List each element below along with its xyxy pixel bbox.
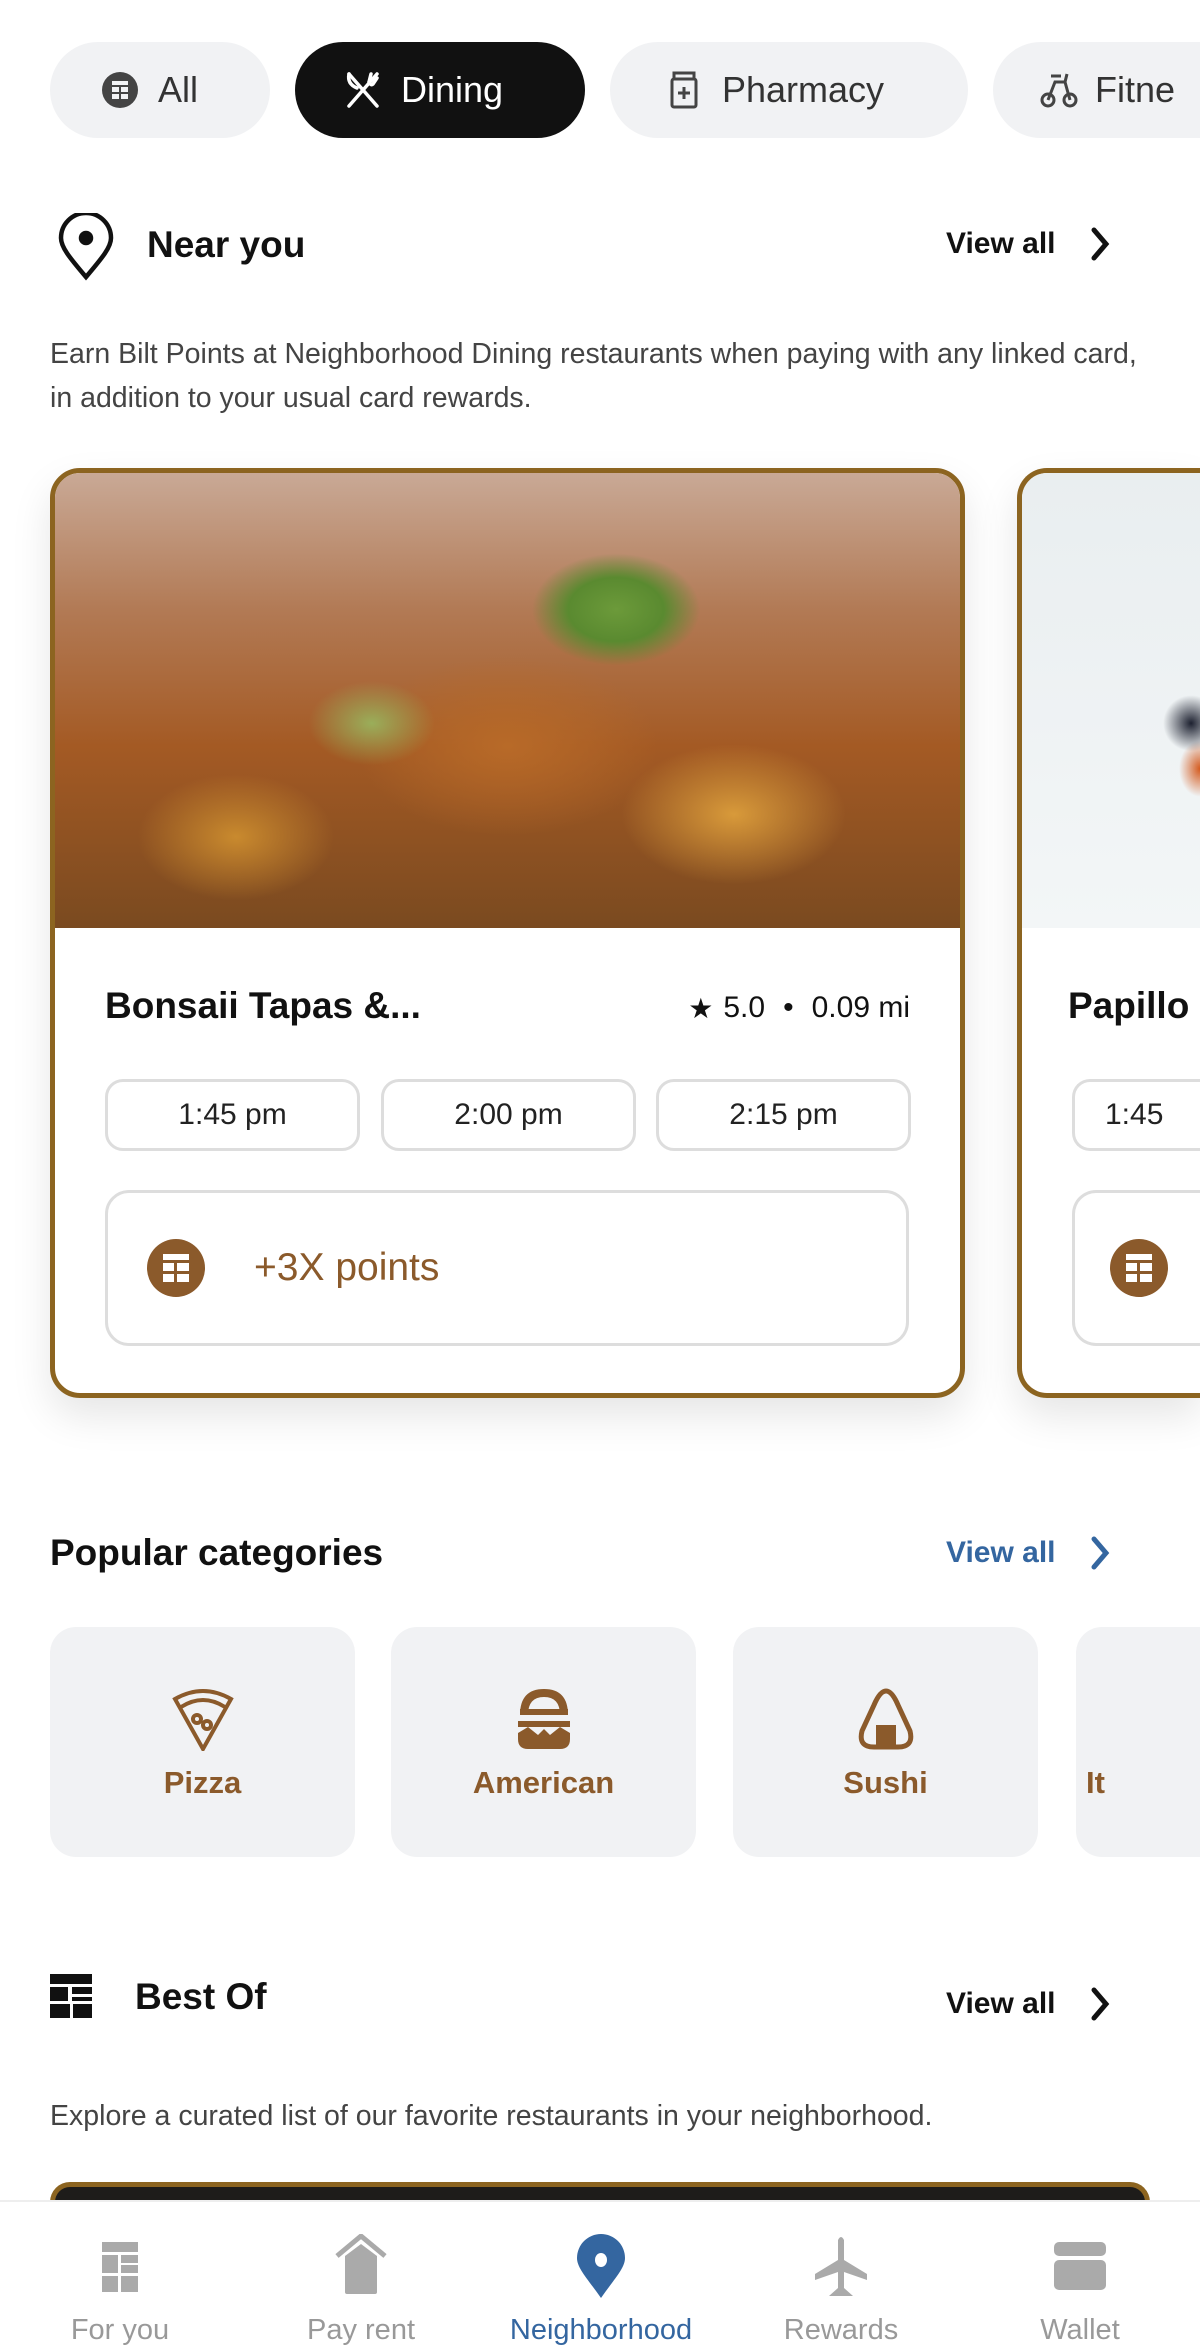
- location-pin-icon: [58, 213, 114, 281]
- points-offer[interactable]: [1072, 1190, 1200, 1346]
- onigiri-icon: [858, 1688, 913, 1750]
- category-tile-american[interactable]: American: [391, 1627, 696, 1857]
- location-pin-icon: [577, 2234, 625, 2298]
- restaurant-meta: ★ 5.0 • 0.09 mi: [688, 991, 910, 1025]
- filter-chip-label: Pharmacy: [722, 69, 885, 110]
- restaurant-name: Papillo: [1068, 985, 1190, 1026]
- house-icon: [335, 2234, 387, 2294]
- filter-chip-all[interactable]: All: [50, 42, 270, 138]
- view-all-label: View all: [946, 1987, 1056, 2020]
- best-of-description: Explore a curated list of our favorite r…: [50, 2100, 933, 2132]
- time-slot-button[interactable]: 1:45 pm: [105, 1079, 360, 1151]
- best-of-view-all-link[interactable]: View all: [946, 1986, 1114, 2022]
- points-offer[interactable]: +3X points: [105, 1190, 909, 1346]
- time-slot-button[interactable]: 2:15 pm: [656, 1079, 911, 1151]
- rating: 5.0: [723, 991, 766, 1024]
- bilt-logo-icon: [102, 2242, 138, 2292]
- filter-chip-label: All: [158, 69, 199, 110]
- distance: 0.09 mi: [811, 991, 910, 1024]
- category-label: American: [472, 1765, 615, 1800]
- restaurant-name: Bonsaii Tapas &...: [105, 985, 421, 1026]
- bike-icon: [1040, 73, 1078, 108]
- category-tile-pizza[interactable]: Pizza: [50, 1627, 355, 1857]
- restaurant-photo: [1022, 473, 1200, 928]
- restaurant-card[interactable]: Bonsaii Tapas &... ★ 5.0 • 0.09 mi 1:45 …: [50, 468, 965, 1398]
- nav-item-for-you[interactable]: For you: [0, 2202, 240, 2350]
- bilt-logo-icon: [1110, 1239, 1168, 1297]
- near-you-description: Earn Bilt Points at Neighborhood Dining …: [50, 338, 1137, 414]
- chevron-right-icon: [1091, 1987, 1109, 2021]
- time-slot-button[interactable]: 2:00 pm: [381, 1079, 636, 1151]
- section-title-best-of: Best Of: [135, 1976, 267, 2017]
- category-label: Sushi: [843, 1765, 928, 1800]
- nav-item-rewards[interactable]: Rewards: [721, 2202, 961, 2350]
- filter-chip-pharmacy[interactable]: Pharmacy: [610, 42, 968, 138]
- nav-label: Rewards: [783, 2314, 899, 2346]
- chevron-right-icon: [1091, 1536, 1109, 1570]
- filter-chip-dining[interactable]: Dining: [295, 42, 585, 138]
- nav-label: For you: [70, 2314, 170, 2346]
- time-slot-button[interactable]: 1:45: [1072, 1079, 1200, 1151]
- airplane-icon: [815, 2237, 867, 2296]
- nav-label: Wallet: [1040, 2314, 1120, 2346]
- restaurant-photo: [55, 473, 960, 928]
- filter-chip-fitness[interactable]: Fitne: [993, 42, 1200, 138]
- near-you-view-all-link[interactable]: View all: [946, 226, 1114, 262]
- filter-chip-label: Dining: [401, 69, 504, 110]
- fork-knife-icon: [346, 72, 379, 108]
- category-tile-sushi[interactable]: Sushi: [733, 1627, 1038, 1857]
- nav-label: Pay rent: [307, 2314, 415, 2346]
- restaurant-card[interactable]: Papillo 1:45: [1017, 468, 1200, 1398]
- bilt-logo-icon: [102, 72, 138, 108]
- category-label: Pizza: [163, 1765, 242, 1800]
- pizza-icon: [171, 1689, 234, 1751]
- category-label: It: [1086, 1765, 1105, 1800]
- nav-item-pay-rent[interactable]: Pay rent: [241, 2202, 481, 2350]
- view-all-label: View all: [946, 1536, 1056, 1569]
- nav-label: Neighborhood: [509, 2314, 693, 2346]
- separator-dot: •: [783, 991, 794, 1024]
- best-of-card[interactable]: [50, 2182, 1150, 2202]
- points-label: +3X points: [254, 1246, 440, 1289]
- burger-icon: [517, 1689, 570, 1749]
- nav-item-neighborhood[interactable]: Neighborhood: [481, 2202, 721, 2350]
- bottom-nav: For you Pay rent Neighborhood Rewards Wa…: [0, 2200, 1200, 2348]
- wallet-icon: [1054, 2242, 1106, 2290]
- section-title-popular-categories: Popular categories: [50, 1532, 384, 1573]
- star-icon: ★: [688, 992, 714, 1024]
- bilt-logo-icon: [50, 1974, 92, 2018]
- chevron-right-icon: [1091, 227, 1109, 261]
- pill-bottle-icon: [670, 71, 698, 109]
- nav-item-wallet[interactable]: Wallet: [960, 2202, 1200, 2350]
- view-all-label: View all: [946, 227, 1056, 260]
- popular-view-all-link[interactable]: View all: [946, 1535, 1114, 1571]
- bilt-logo-icon: [147, 1239, 205, 1297]
- section-title-near-you: Near you: [147, 224, 306, 265]
- filter-chip-label: Fitne: [1095, 69, 1176, 110]
- category-tile-italian[interactable]: It: [1076, 1627, 1200, 1857]
